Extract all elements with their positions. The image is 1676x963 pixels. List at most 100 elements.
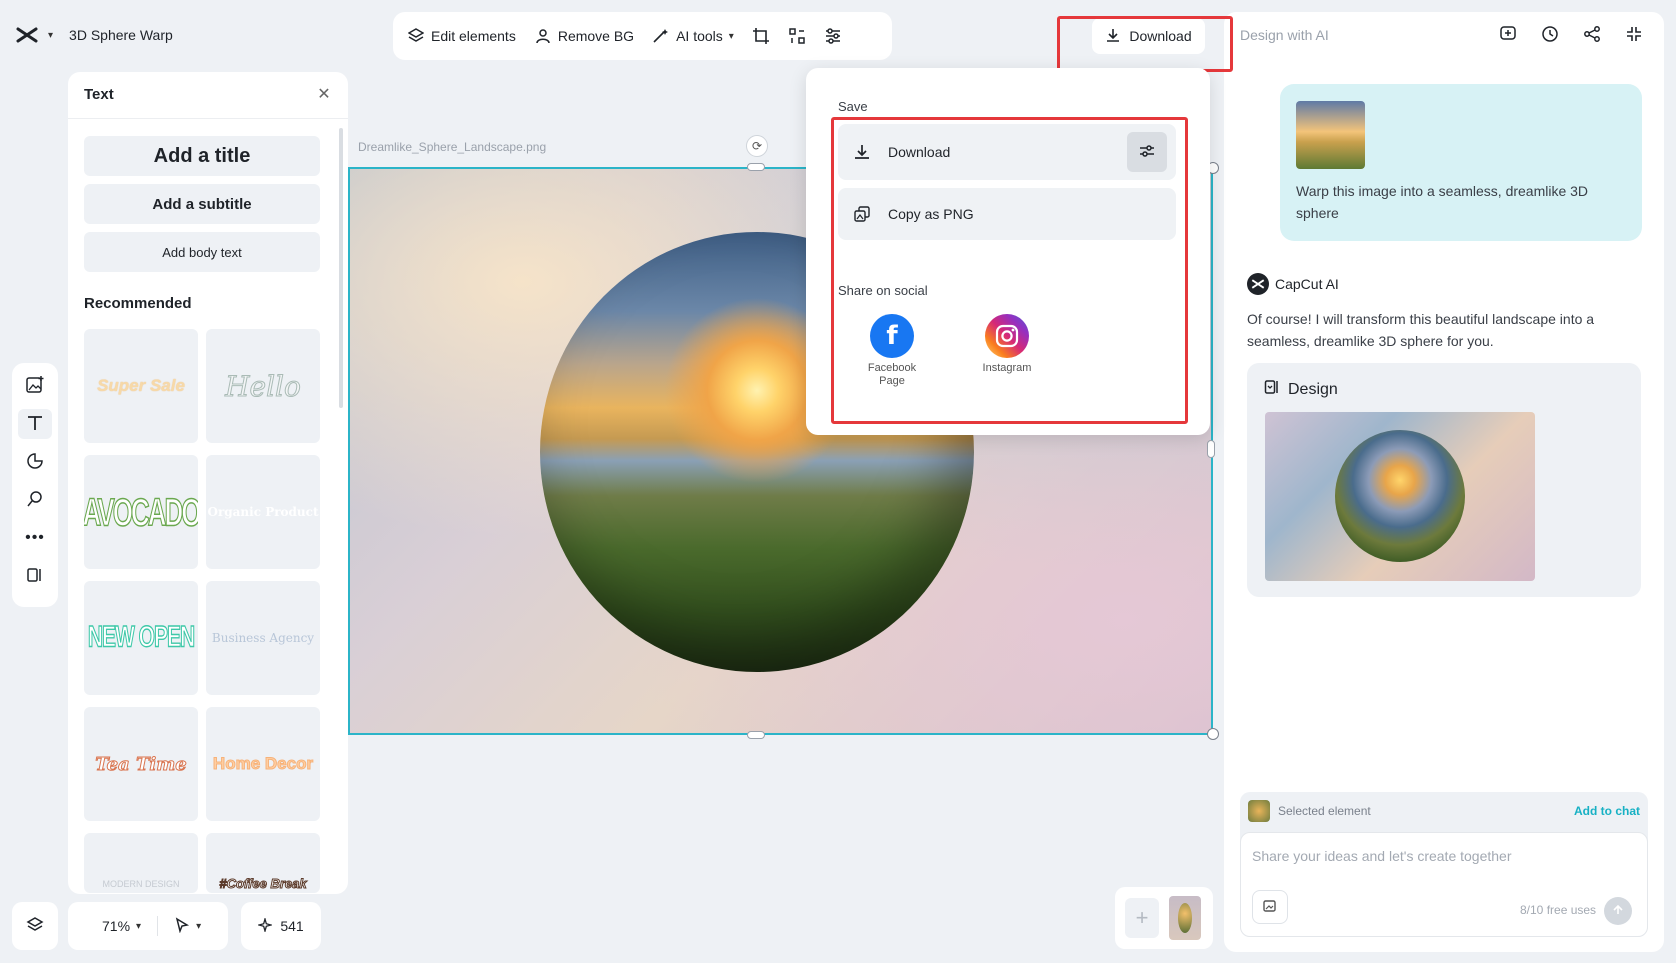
text-panel-title: Text bbox=[84, 86, 114, 103]
zoom-controls: 71% ▾ ▾ bbox=[68, 902, 228, 950]
page-strip: + bbox=[1115, 887, 1213, 949]
share-icon[interactable] bbox=[1582, 24, 1602, 44]
selected-element-row: Selected element Add to chat bbox=[1248, 800, 1640, 822]
more-dots-icon: ••• bbox=[25, 529, 45, 546]
sphere-preview bbox=[1335, 430, 1465, 562]
template-preview-text: AVOCADO bbox=[84, 488, 198, 535]
selected-element-thumbnail bbox=[1248, 800, 1270, 822]
text-template-tile[interactable]: Business Agency bbox=[206, 581, 320, 695]
add-subtitle-button[interactable]: Add a subtitle bbox=[84, 184, 320, 224]
attach-image-button[interactable] bbox=[1252, 890, 1288, 924]
canvas-file-name: Dreamlike_Sphere_Landscape.png bbox=[358, 140, 547, 154]
divider bbox=[68, 118, 348, 119]
text-template-tile[interactable]: MODERN DESIGN bbox=[84, 833, 198, 893]
chat-input[interactable]: Share your ideas and let's create togeth… bbox=[1252, 848, 1512, 864]
ai-design-icon bbox=[26, 490, 44, 511]
pointer-tool-icon[interactable] bbox=[174, 916, 190, 936]
recommended-heading: Recommended bbox=[84, 295, 192, 312]
template-preview-text: Business Agency bbox=[211, 631, 315, 645]
user-attached-image[interactable] bbox=[1296, 101, 1365, 169]
template-preview-text: NEW OPEN bbox=[87, 621, 195, 655]
template-preview-text: #Coffee Break bbox=[219, 876, 307, 892]
resize-handle-top[interactable] bbox=[747, 163, 765, 171]
zoom-level[interactable]: 71% bbox=[102, 918, 130, 934]
rail-ai-design-button[interactable] bbox=[18, 485, 52, 515]
add-to-chat-button[interactable]: Add to chat bbox=[1574, 804, 1640, 818]
arrow-up-icon bbox=[1612, 903, 1624, 919]
right-panel-actions bbox=[1498, 24, 1644, 44]
panel-icon bbox=[26, 566, 44, 587]
template-preview-text: Super Sale bbox=[97, 376, 185, 395]
person-icon bbox=[534, 27, 552, 45]
rail-upload-button[interactable] bbox=[18, 371, 52, 401]
divider bbox=[157, 916, 159, 936]
capcut-ai-avatar-icon bbox=[1247, 273, 1269, 295]
design-result-header: Design bbox=[1264, 379, 1338, 400]
collapse-icon[interactable] bbox=[1624, 24, 1644, 44]
edit-elements-button[interactable]: Edit elements bbox=[407, 27, 516, 45]
save-section-label: Save bbox=[838, 99, 868, 114]
shapes-icon bbox=[26, 452, 44, 473]
design-result-thumbnail[interactable] bbox=[1265, 412, 1535, 581]
close-icon[interactable]: ✕ bbox=[315, 85, 333, 103]
layers-button[interactable] bbox=[12, 902, 58, 950]
history-icon[interactable] bbox=[1540, 24, 1560, 44]
remove-bg-label: Remove BG bbox=[557, 28, 635, 44]
credits-button[interactable]: 541 bbox=[241, 902, 321, 950]
project-title[interactable]: 3D Sphere Warp bbox=[69, 27, 173, 43]
resize-handle-bottom[interactable] bbox=[747, 731, 765, 739]
adjust-sliders-icon[interactable] bbox=[824, 27, 842, 45]
crop-icon[interactable] bbox=[752, 27, 770, 45]
text-template-tile[interactable]: Tea Time bbox=[84, 707, 198, 821]
ai-tools-button[interactable]: AI tools ▾ bbox=[652, 27, 734, 45]
chevron-down-icon[interactable]: ▾ bbox=[136, 921, 141, 932]
sparkle-icon bbox=[256, 916, 274, 935]
chevron-down-icon: ▾ bbox=[728, 30, 734, 42]
rail-text-button[interactable] bbox=[18, 409, 52, 439]
chevron-down-icon[interactable]: ▾ bbox=[48, 30, 53, 41]
text-panel-scrollbar[interactable] bbox=[339, 128, 343, 408]
rail-elements-button[interactable] bbox=[18, 447, 52, 477]
template-preview-text: Organic Product bbox=[207, 505, 319, 519]
resize-corner-bottom-right[interactable] bbox=[1207, 728, 1219, 740]
text-template-tile[interactable]: Hello bbox=[206, 329, 320, 443]
arrange-icon[interactable] bbox=[788, 27, 806, 45]
text-template-tile[interactable]: Super Sale bbox=[84, 329, 198, 443]
text-template-tile[interactable]: NEW OPEN bbox=[84, 581, 198, 695]
text-icon bbox=[26, 414, 44, 435]
add-page-button[interactable]: + bbox=[1125, 898, 1159, 938]
send-button[interactable] bbox=[1604, 897, 1632, 925]
add-title-button[interactable]: Add a title bbox=[84, 136, 320, 176]
rotate-handle-icon[interactable]: ⟳ bbox=[746, 135, 768, 157]
edit-elements-label: Edit elements bbox=[431, 28, 516, 44]
image-add-icon bbox=[25, 375, 45, 398]
design-with-ai-tab[interactable]: Design with AI bbox=[1240, 27, 1329, 43]
rail-more-button[interactable]: ••• bbox=[18, 523, 52, 553]
ai-name: CapCut AI bbox=[1275, 276, 1339, 292]
template-preview-text: MODERN DESIGN bbox=[102, 879, 180, 889]
highlight-box-download bbox=[1057, 16, 1233, 72]
add-body-text-button[interactable]: Add body text bbox=[84, 232, 320, 272]
capcut-logo-icon[interactable] bbox=[16, 26, 38, 44]
top-toolbar: Edit elements Remove BG AI tools ▾ bbox=[393, 12, 892, 60]
resize-handle-right[interactable] bbox=[1207, 440, 1215, 458]
ai-tools-label: AI tools bbox=[676, 28, 723, 44]
text-template-tile[interactable]: Home Decor bbox=[206, 707, 320, 821]
free-uses-counter: 8/10 free uses bbox=[1520, 903, 1597, 917]
ai-sender: CapCut AI bbox=[1247, 273, 1339, 295]
remove-bg-button[interactable]: Remove BG bbox=[534, 27, 634, 45]
selected-element-label: Selected element bbox=[1278, 804, 1371, 818]
new-chat-icon[interactable] bbox=[1498, 24, 1518, 44]
image-add-icon bbox=[1262, 898, 1278, 917]
template-preview-text: Hello bbox=[225, 369, 302, 403]
text-template-tile[interactable]: Organic Product bbox=[206, 455, 320, 569]
text-template-tile[interactable]: #Coffee Break bbox=[206, 833, 320, 893]
layers-icon bbox=[407, 27, 425, 45]
credits-count: 541 bbox=[280, 918, 304, 934]
chevron-down-icon[interactable]: ▾ bbox=[196, 921, 201, 932]
rail-panel-button[interactable] bbox=[18, 561, 52, 591]
text-template-tile[interactable]: AVOCADO bbox=[84, 455, 198, 569]
user-message-text: Warp this image into a seamless, dreamli… bbox=[1296, 183, 1589, 221]
page-thumbnail-sphere bbox=[1178, 903, 1192, 933]
page-thumbnail[interactable] bbox=[1169, 896, 1201, 940]
